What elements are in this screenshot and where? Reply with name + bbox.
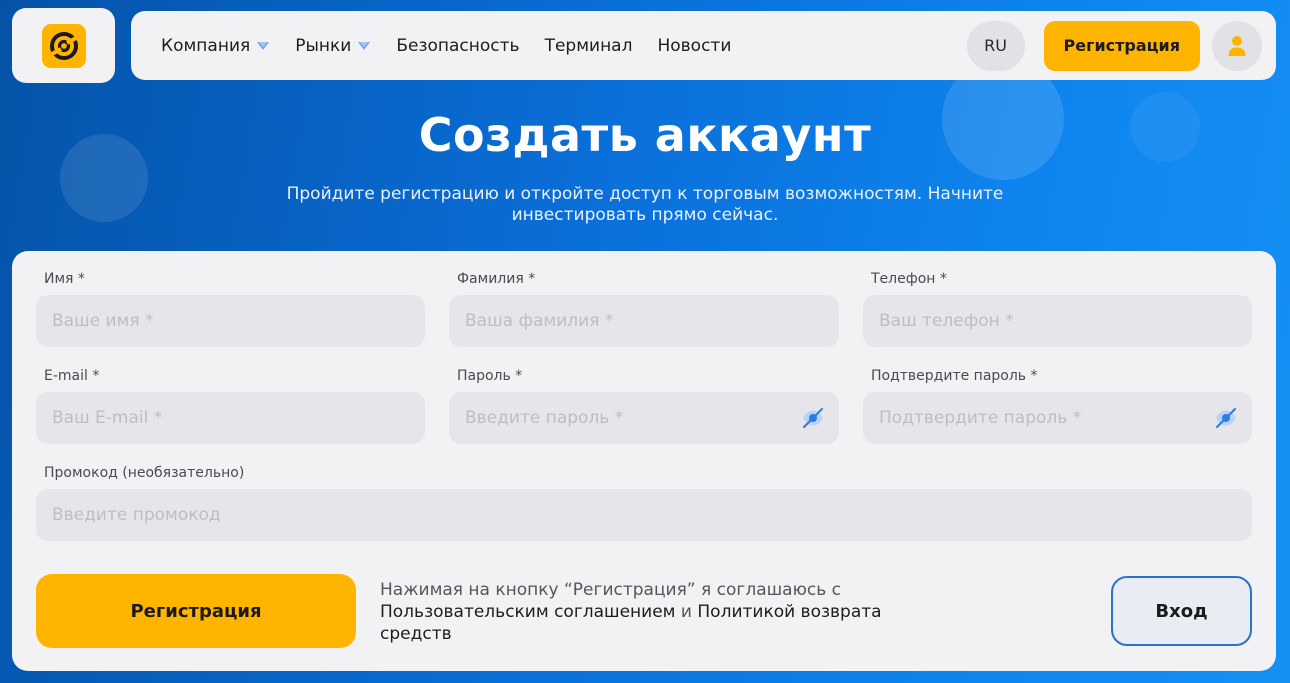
last-name-input[interactable] [465,311,823,331]
agreement-text: Нажимая на кнопку “Регистрация” я соглаш… [380,579,900,645]
nav-item-company[interactable]: Компания [161,36,270,56]
field-label: Промокод (необязательно) [44,465,245,481]
eye-off-icon[interactable] [1214,407,1238,429]
input-container [36,392,425,444]
promo-input[interactable] [52,505,1236,525]
field-label: Пароль * [457,368,523,384]
agreement-conjunction: и [680,602,692,622]
input-container [36,489,1252,541]
user-icon [1228,35,1246,56]
email-field: E-mail * [36,368,425,444]
first-name-field: Имя * [36,271,425,347]
email-input[interactable] [52,408,409,428]
field-label: Фамилия * [457,271,536,287]
input-container [863,392,1252,444]
nav-item-security[interactable]: Безопасность [396,36,519,56]
nav-item-label: Рынки [295,35,352,56]
eye-off-icon[interactable] [801,407,825,429]
register-submit-button[interactable]: Регистрация [36,574,356,648]
confirm-password-input[interactable] [879,408,1236,428]
nav-item-label: Новости [657,35,732,56]
page-subtitle: Пройдите регистрацию и откройте доступ к… [286,184,1004,225]
header-register-button[interactable]: Регистрация [1043,20,1200,71]
input-container [863,295,1252,347]
input-container [36,295,425,347]
nav-item-terminal[interactable]: Терминал [545,36,633,56]
nav-item-markets[interactable]: Рынки [295,36,371,56]
field-label: Подтвердите пароль * [871,368,1038,384]
chevron-down-icon [257,41,270,50]
main-nav: Компания Рынки Безопасность Терминал Нов… [161,36,967,56]
password-input[interactable] [465,408,823,428]
nav-item-news[interactable]: Новости [657,36,731,56]
language-switcher[interactable]: RU [966,20,1025,71]
input-container [449,295,839,347]
phone-input[interactable] [879,311,1236,331]
first-name-input[interactable] [52,311,409,331]
agreement-prefix: Нажимая на кнопку “Регистрация” я соглаш… [380,580,842,600]
field-label: Телефон * [871,271,947,287]
confirm-password-field: Подтвердите пароль * [863,368,1252,444]
registration-form: Имя * Фамилия * Телефон * E-mail * Парол… [12,251,1276,671]
logo[interactable] [12,8,115,83]
promo-field: Промокод (необязательно) [36,465,1252,541]
logo-icon [41,23,86,68]
user-account-button[interactable] [1212,20,1262,71]
header: Компания Рынки Безопасность Терминал Нов… [131,11,1276,80]
field-label: Имя * [44,271,85,287]
page-title: Создать аккаунт [418,108,872,162]
nav-item-label: Терминал [544,35,633,56]
phone-field: Телефон * [863,271,1252,347]
field-label: E-mail * [44,368,100,384]
last-name-field: Фамилия * [449,271,839,347]
input-container [449,392,839,444]
password-field: Пароль * [449,368,839,444]
chevron-down-icon [358,41,371,50]
login-button[interactable]: Вход [1111,576,1252,646]
nav-item-label: Компания [161,35,251,56]
terms-link[interactable]: Пользовательским соглашением [380,602,676,622]
nav-item-label: Безопасность [396,35,520,56]
